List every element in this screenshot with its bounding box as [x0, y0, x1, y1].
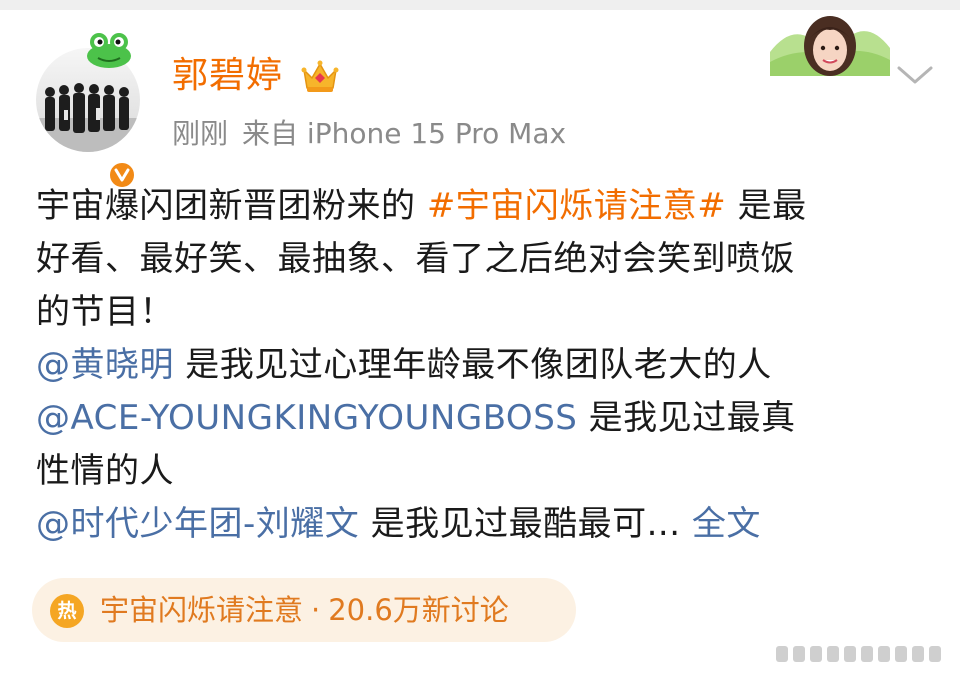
frog-sticker-icon — [84, 30, 134, 70]
pager-dot — [895, 646, 907, 662]
mention-link[interactable]: @时代少年团-刘耀文 — [36, 504, 359, 544]
post-line: @黄晓明 是我见过心理年龄最不像团队老大的人 — [36, 339, 936, 392]
crown-icon[interactable] — [300, 58, 340, 94]
post-line: 宇宙爆闪团新晋团粉来的 #宇宙闪烁请注意# 是最 — [36, 180, 936, 233]
hot-badge-icon: 热 — [50, 594, 84, 628]
pager-dot — [793, 646, 805, 662]
pager-dot — [844, 646, 856, 662]
image-pager — [776, 644, 952, 664]
post-text: 宇宙爆闪团新晋团粉来的 #宇宙闪烁请注意# 是最 好看、最好笑、最抽象、看了之后… — [36, 180, 936, 551]
text-segment: 是我见过最酷最可... — [359, 504, 692, 544]
pager-dot — [827, 646, 839, 662]
post-line: @时代少年团-刘耀文 是我见过最酷最可... 全文 — [36, 498, 936, 551]
pager-dot — [810, 646, 822, 662]
full-text-link[interactable]: 全文 — [692, 504, 761, 544]
chevron-down-icon[interactable] — [893, 62, 937, 88]
topic-separator: · — [311, 593, 321, 627]
post-line: 好看、最好笑、最抽象、看了之后绝对会笑到喷饭 — [36, 233, 936, 286]
hot-topic-pill[interactable]: 热 宇宙闪烁请注意 · 20.6万新讨论 — [32, 578, 576, 642]
pager-dot — [929, 646, 941, 662]
post-time: 刚刚 — [172, 117, 229, 150]
mention-link[interactable]: @ACE-YOUNGKINGYOUNGBOSS — [36, 398, 577, 438]
text-segment: 性情的人 — [36, 451, 174, 491]
text-segment: 是最 — [726, 186, 807, 226]
card-decoration-portrait[interactable] — [770, 12, 890, 76]
post-line: 的节目！ — [36, 286, 936, 339]
text-segment: 是我见过心理年龄最不像团队老大的人 — [174, 345, 772, 385]
author-name[interactable]: 郭碧婷 — [172, 56, 283, 96]
mention-link[interactable]: @黄晓明 — [36, 345, 174, 385]
pager-dot — [878, 646, 890, 662]
pager-dot — [776, 646, 788, 662]
hot-badge-label: 热 — [57, 600, 77, 622]
pager-dot — [861, 646, 873, 662]
top-separator — [0, 0, 960, 10]
topic-pill-text: 宇宙闪烁请注意 · 20.6万新讨论 — [100, 588, 509, 632]
text-segment: 好看、最好笑、最抽象、看了之后绝对会笑到喷饭 — [36, 239, 795, 279]
post-line: 性情的人 — [36, 445, 936, 498]
post-meta: 刚刚 来自 iPhone 15 Pro Max — [172, 116, 580, 152]
post-line: @ACE-YOUNGKINGYOUNGBOSS 是我见过最真 — [36, 392, 936, 445]
topic-link[interactable]: #宇宙闪烁请注意# — [427, 186, 726, 226]
text-segment: 的节目！ — [36, 292, 174, 332]
text-segment: 是我见过最真 — [577, 398, 796, 438]
topic-stats: 20.6万新讨论 — [328, 593, 509, 627]
text-segment: 宇宙爆闪团新晋团粉来的 — [36, 186, 427, 226]
pager-dot — [912, 646, 924, 662]
topic-name: 宇宙闪烁请注意 — [100, 593, 304, 627]
post-source: 来自 iPhone 15 Pro Max — [242, 117, 567, 150]
